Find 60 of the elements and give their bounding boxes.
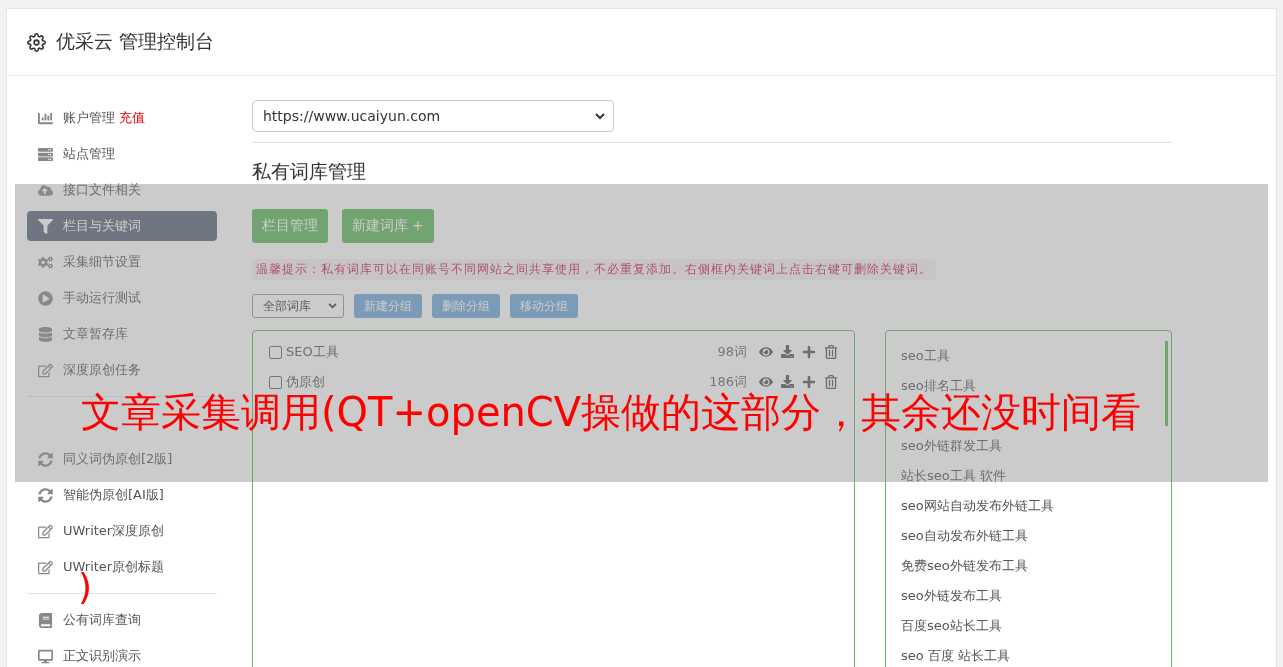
library-name: SEO工具 <box>286 343 339 361</box>
console-title: 优采云 管理控制台 <box>56 29 215 54</box>
settings-icon[interactable] <box>27 32 46 52</box>
keyword-item[interactable]: seo外链群发工具 <box>886 431 1171 461</box>
refresh-icon <box>38 487 53 503</box>
server-icon <box>38 146 53 162</box>
chevron-down-icon <box>595 112 605 120</box>
sidebar-item[interactable]: 采集细节设置 <box>27 247 217 277</box>
bar-chart-icon <box>38 110 53 126</box>
checkbox[interactable] <box>269 375 282 389</box>
edit-icon <box>38 559 53 575</box>
sidebar-item[interactable]: 站点管理 <box>27 139 217 169</box>
edit-icon <box>38 362 53 378</box>
trash-icon[interactable] <box>824 375 838 389</box>
trash-icon[interactable] <box>824 345 838 359</box>
filter-icon <box>38 218 53 234</box>
sidebar-item[interactable]: 正文识别演示 <box>27 641 217 667</box>
plus-icon[interactable] <box>802 345 816 359</box>
recharge-link[interactable]: 充值 <box>119 109 145 127</box>
library-name: 伪原创 <box>286 373 325 391</box>
sidebar-item[interactable]: 接口文件相关 <box>27 175 217 205</box>
group-select[interactable]: 全部词库 <box>252 294 344 318</box>
sidebar-item[interactable]: 深度原创任务 <box>27 355 217 385</box>
refresh-icon <box>38 451 53 467</box>
keyword-item[interactable]: seo 百度 站长工具 <box>886 641 1171 667</box>
checkbox[interactable] <box>269 345 282 359</box>
cloud-upload-icon <box>38 182 53 198</box>
plus-icon[interactable] <box>802 375 816 389</box>
sidebar-item[interactable]: 文章暂存库 <box>27 319 217 349</box>
keyword-item[interactable]: 站长seo工具 软件 <box>886 461 1171 491</box>
eye-icon[interactable] <box>759 375 773 389</box>
monitor-icon <box>38 648 53 664</box>
keyword-item[interactable]: seo网站自动发布外链工具 <box>886 491 1171 521</box>
keyword-item[interactable]: seo外链发布工具 <box>886 581 1171 611</box>
download-icon[interactable] <box>781 375 794 388</box>
keyword-item[interactable]: 免费seo外链发布工具 <box>886 551 1171 581</box>
sidebar-item[interactable]: 同义词伪原创[2版] <box>27 444 217 474</box>
eye-icon[interactable] <box>759 345 773 359</box>
word-count: 98词 <box>717 343 747 361</box>
scrollbar[interactable] <box>1165 341 1168 426</box>
chevron-down-icon <box>328 303 337 309</box>
sidebar-item[interactable]: 智能伪原创[AI版] <box>27 480 217 510</box>
database-icon <box>38 326 53 342</box>
download-icon[interactable] <box>781 345 794 358</box>
play-icon <box>38 290 53 306</box>
keyword-item[interactable]: seo工具 <box>886 341 1171 371</box>
edit-icon <box>38 523 53 539</box>
section-title: 私有词库管理 <box>252 159 367 184</box>
book-icon <box>38 612 53 628</box>
sidebar-item[interactable]: UWriter深度原创 <box>27 516 217 546</box>
sidebar-item[interactable]: 账户管理 充值 <box>27 103 217 133</box>
sidebar-item[interactable]: 公有词库查询 <box>27 605 217 635</box>
word-count: 186词 <box>709 373 747 391</box>
gears-icon <box>38 254 53 270</box>
sidebar-item[interactable]: 手动运行测试 <box>27 283 217 313</box>
keyword-item[interactable]: 百度seo站长工具 <box>886 611 1171 641</box>
sidebar-item[interactable]: 栏目与关键词 <box>27 211 217 241</box>
hint-text: 温馨提示：私有词库可以在同账号不同网站之间共享使用，不必重复添加。右侧框内关键词上点击右键可删除关键词。 <box>252 259 936 280</box>
site-select[interactable]: https://www.ucaiyun.com <box>252 100 614 132</box>
keyword-item[interactable]: seo自动发布外链工具 <box>886 521 1171 551</box>
